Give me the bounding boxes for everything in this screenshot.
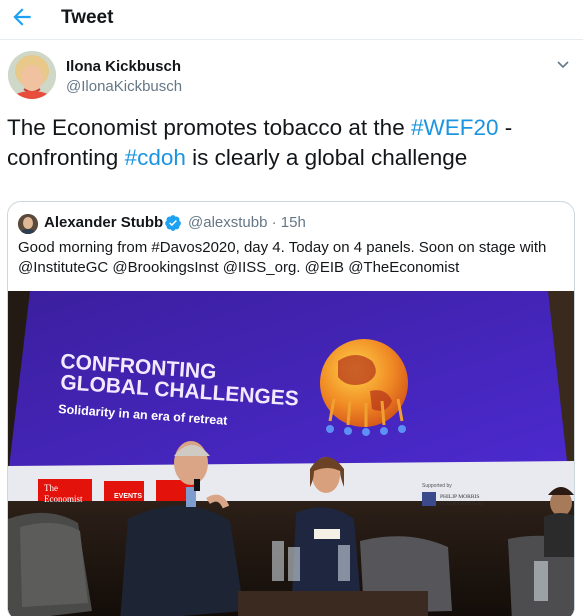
chevron-down-icon[interactable] [555, 56, 571, 72]
quoted-timestamp[interactable]: 15h [281, 214, 306, 231]
supporter-label: Supported by [422, 483, 452, 489]
quoted-tweet-card[interactable]: Alexander Stubb @alexstubb · 15h Good mo… [7, 201, 575, 616]
arrow-left-icon[interactable] [9, 4, 35, 30]
verified-badge-icon [164, 214, 182, 232]
author-handle[interactable]: @IlonaKickbusch [66, 78, 182, 95]
page-title: Tweet [61, 7, 114, 28]
tweet-text: The Economist promotes tobacco at the #W… [7, 113, 575, 173]
tweet-text-segment: is clearly a global challenge [185, 145, 468, 170]
logo-line-1: The [44, 483, 58, 493]
top-bar: Tweet [0, 0, 583, 40]
hashtag-link[interactable]: #cdoh [125, 145, 186, 170]
quoted-tweet-text: Good morning from #Davos2020, day 4. Tod… [18, 239, 547, 276]
tweet-text-segment: The Economist promotes tobacco at the [7, 115, 411, 140]
hashtag-link[interactable]: #WEF20 [411, 115, 499, 140]
logo-line-2: Economist [44, 494, 83, 504]
author-avatar[interactable] [8, 51, 56, 99]
author-name[interactable]: Ilona Kickbusch [66, 58, 181, 75]
meta-separator: · [271, 214, 277, 231]
supporter-name: PHILIP MORRIS [440, 494, 479, 500]
supporter-sub: INTERNATIONAL [440, 501, 485, 507]
quoted-meta: @alexstubb · 15h [188, 214, 306, 231]
quoted-tweet-photo[interactable]: CONFRONTING GLOBAL CHALLENGES Solidarity… [8, 291, 574, 616]
quoted-author-avatar[interactable] [18, 214, 38, 234]
quoted-author-name[interactable]: Alexander Stubb [44, 214, 163, 231]
events-label: EVENTS [114, 493, 142, 500]
quoted-author-handle[interactable]: @alexstubb [188, 214, 267, 231]
